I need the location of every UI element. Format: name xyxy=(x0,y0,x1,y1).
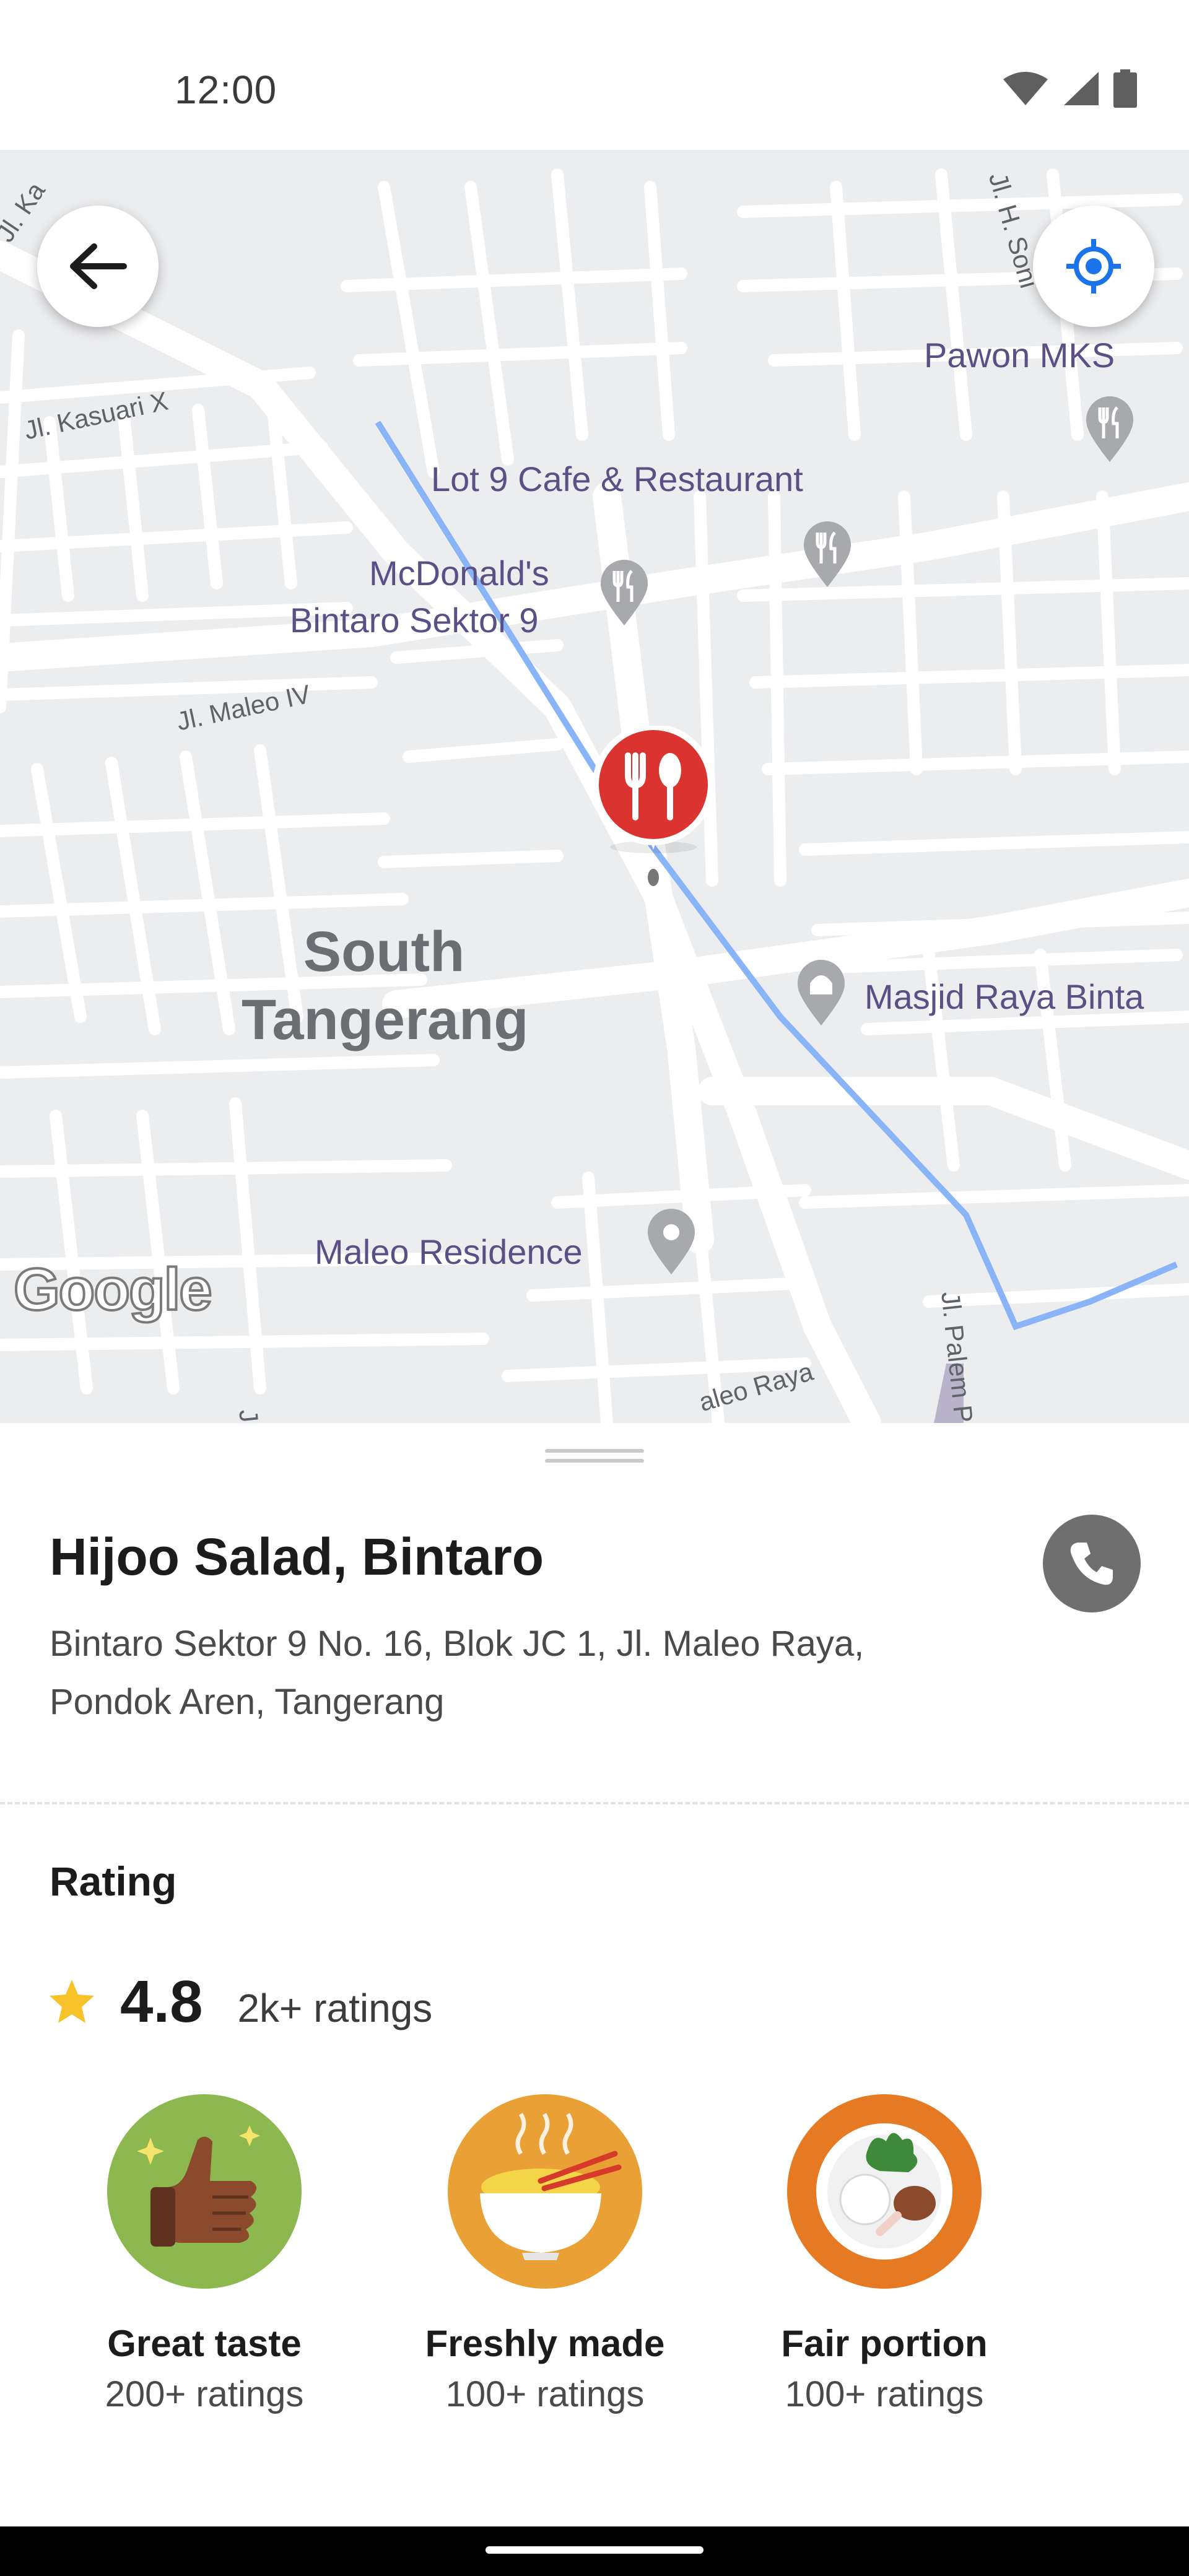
restaurant-address: Bintaro Sektor 9 No. 16, Blok JC 1, Jl. … xyxy=(50,1615,978,1731)
street-label-jl: Jl. xyxy=(233,1408,266,1423)
badge-label: Fair portion xyxy=(781,2323,988,2364)
arrow-left-icon xyxy=(70,243,127,289)
place-pawon-mks[interactable]: Pawon MKS xyxy=(924,336,1115,375)
rating-summary: 4.8 2k+ ratings xyxy=(47,1968,432,2036)
food-plate-icon xyxy=(787,2094,982,2289)
badge-count: 100+ ratings xyxy=(785,2374,984,2414)
system-nav-bar xyxy=(0,2526,1189,2576)
restaurant-details-sheet: Hijoo Salad, Bintaro Bintaro Sektor 9 No… xyxy=(0,1423,1189,2526)
badge-fair-portion: Fair portion 100+ ratings xyxy=(742,2094,1027,2415)
restaurant-pin-icon[interactable] xyxy=(599,559,649,627)
mosque-pin-icon[interactable] xyxy=(796,959,846,1027)
sheet-drag-handle[interactable] xyxy=(545,1449,644,1464)
area-name-line1: South xyxy=(303,920,465,983)
battery-icon xyxy=(1113,69,1137,108)
home-gesture-pill[interactable] xyxy=(486,2546,703,2554)
rating-value: 4.8 xyxy=(120,1969,203,2035)
badge-label: Great taste xyxy=(107,2323,302,2364)
address-line-2: Pondok Aren, Tangerang xyxy=(50,1682,445,1722)
place-maleo-residence[interactable]: Maleo Residence xyxy=(315,1232,583,1272)
rating-count: 2k+ ratings xyxy=(237,1986,433,2030)
phone-icon xyxy=(1070,1543,1113,1585)
place-masjid-raya[interactable]: Masjid Raya Binta xyxy=(865,977,1144,1017)
place-lot9-cafe[interactable]: Lot 9 Cafe & Restaurant xyxy=(431,459,803,499)
signal-icon xyxy=(1064,72,1099,105)
star-icon xyxy=(50,1980,94,2023)
badge-count: 200+ ratings xyxy=(105,2374,304,2414)
badge-freshly-made: Freshly made 100+ ratings xyxy=(403,2094,687,2415)
back-button[interactable] xyxy=(37,206,159,327)
wifi-icon xyxy=(1003,72,1048,105)
area-name-line2: Tangerang xyxy=(242,988,529,1052)
map-view[interactable]: Jl. Ka Jl. Kasuari X Jl. Maleo IV Jl. H.… xyxy=(0,150,1189,1423)
place-mcdonalds-area[interactable]: Bintaro Sektor 9 xyxy=(290,601,539,640)
badge-count: 100+ ratings xyxy=(445,2374,645,2414)
restaurant-pin-icon[interactable] xyxy=(803,520,852,588)
rating-heading: Rating xyxy=(50,1858,177,1904)
badge-label: Freshly made xyxy=(425,2323,665,2364)
place-mcdonalds[interactable]: McDonald's xyxy=(369,554,549,593)
status-time: 12:00 xyxy=(175,67,277,112)
status-icons xyxy=(1002,69,1137,108)
thumbs-up-icon xyxy=(107,2094,302,2289)
section-divider xyxy=(0,1802,1189,1804)
my-location-button[interactable] xyxy=(1033,206,1154,327)
restaurant-pin-icon[interactable] xyxy=(588,726,718,924)
restaurant-pin-icon[interactable] xyxy=(1085,395,1135,463)
noodle-bowl-icon xyxy=(448,2094,642,2289)
badge-great-taste: Great taste 200+ ratings xyxy=(62,2094,347,2415)
place-pin-icon[interactable] xyxy=(647,1208,696,1276)
area-name: South Tangerang xyxy=(242,918,529,1055)
status-bar: 12:00 xyxy=(0,0,1189,150)
crosshair-icon xyxy=(1066,239,1121,294)
google-logo: Google xyxy=(12,1255,214,1324)
address-line-1: Bintaro Sektor 9 No. 16, Blok JC 1, Jl. … xyxy=(50,1624,865,1664)
call-button[interactable] xyxy=(1043,1515,1141,1612)
restaurant-name: Hijoo Salad, Bintaro xyxy=(50,1528,544,1586)
